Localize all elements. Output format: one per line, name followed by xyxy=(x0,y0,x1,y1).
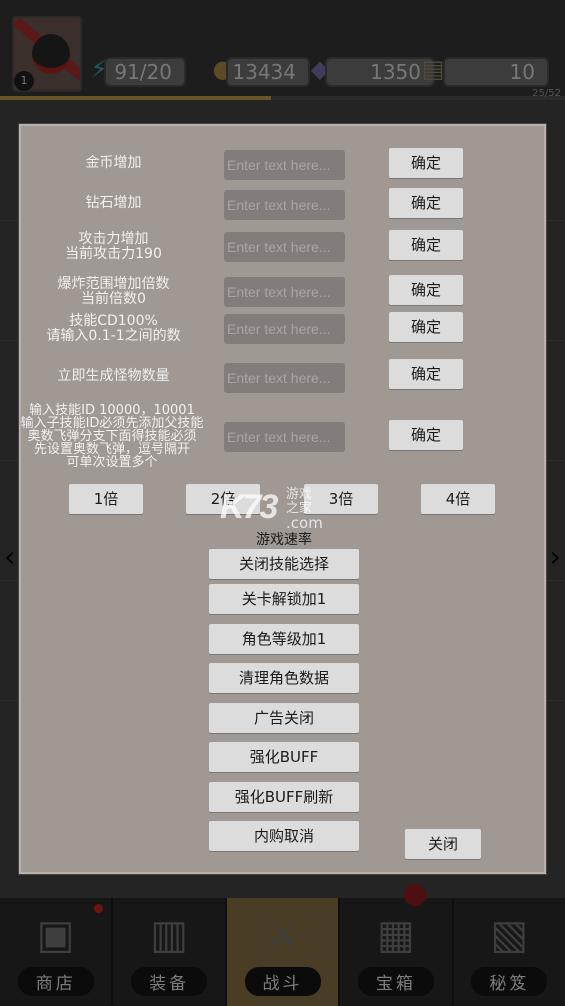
skill-cd-input[interactable] xyxy=(224,314,345,344)
nav-item-treasure[interactable]: ▦ 宝箱 xyxy=(340,884,454,1006)
secret-book-icon: ▧ xyxy=(490,912,529,958)
attack-input[interactable] xyxy=(224,232,345,262)
gold-label: 金币增加 xyxy=(21,156,206,171)
energy-counter: 91/20 xyxy=(104,57,186,87)
speed-3x-button[interactable]: 3倍 xyxy=(304,484,378,514)
spawn-monsters-label: 立即生成怪物数量 xyxy=(21,369,206,384)
nav-item-equipment[interactable]: ▥ 装备 xyxy=(113,898,227,1006)
level-up-button[interactable]: 角色等级加1 xyxy=(209,624,359,654)
bottom-nav: ▣ 商店 ▥ 装备 ⚔ 战斗 ▦ 宝箱 ▧ 秘笈 xyxy=(0,884,565,1006)
nav-label: 装备 xyxy=(131,967,208,996)
label-line: 钻石增加 xyxy=(85,195,142,211)
label-line: 请输入0.1-1之间的数 xyxy=(46,328,181,344)
spawn-monsters-confirm-button[interactable]: 确定 xyxy=(389,359,463,389)
notification-dot xyxy=(94,904,104,913)
skill-cd-label: 技能CD100% 请输入0.1-1之间的数 xyxy=(21,314,206,344)
close-button[interactable]: 关闭 xyxy=(405,829,481,859)
player-level-badge: 1 xyxy=(14,71,34,91)
speed-4x-button[interactable]: 4倍 xyxy=(421,484,495,514)
close-skill-select-button[interactable]: 关闭技能选择 xyxy=(209,549,359,579)
attack-confirm-button[interactable]: 确定 xyxy=(389,230,463,260)
buff-refresh-button[interactable]: 强化BUFF刷新 xyxy=(209,782,359,812)
equipment-bag-icon: ▥ xyxy=(150,912,188,958)
label-line: 技能CD100% xyxy=(69,313,158,329)
avatar-helmet xyxy=(32,34,70,74)
cheat-dialog: 金币增加 确定 钻石增加 确定 攻击力增加 当前攻击力190 确定 爆炸范围增加… xyxy=(19,124,546,874)
notification-bubble xyxy=(403,884,426,906)
buff-enhance-button[interactable]: 强化BUFF xyxy=(209,742,359,772)
left-arrow-icon[interactable]: ‹ xyxy=(4,540,15,573)
treasure-chest-icon: ▦ xyxy=(377,912,415,958)
gold-confirm-button[interactable]: 确定 xyxy=(389,148,463,178)
nav-label: 宝箱 xyxy=(357,967,434,996)
gold-input[interactable] xyxy=(224,150,345,180)
label-line: 爆炸范围增加倍数 xyxy=(57,276,170,292)
stage-progress-label: 25/52 xyxy=(532,88,561,99)
game-speed-title: 游戏速率 xyxy=(256,532,312,548)
nav-label: 商店 xyxy=(17,967,94,996)
top-hud: 1 ⚡ 91/20 ● 13434 ◆ 1350 ▤ 10 25/52 xyxy=(0,0,565,100)
label-line: 可单次设置多个 xyxy=(66,455,158,470)
diamond-label: 钻石增加 xyxy=(21,196,206,211)
attack-label: 攻击力增加 当前攻击力190 xyxy=(21,232,206,262)
explosion-range-label: 爆炸范围增加倍数 当前倍数0 xyxy=(21,277,206,307)
scroll-counter: 10 xyxy=(443,57,549,87)
label-line: 金币增加 xyxy=(85,155,142,171)
shop-icon: ▣ xyxy=(36,912,75,958)
explosion-range-input[interactable] xyxy=(224,277,345,307)
diamond-input[interactable] xyxy=(224,190,345,220)
disable-ads-button[interactable]: 广告关闭 xyxy=(209,703,359,733)
label-line: 当前攻击力190 xyxy=(65,246,162,262)
label-line: 攻击力增加 xyxy=(78,231,149,247)
explosion-range-confirm-button[interactable]: 确定 xyxy=(389,275,463,305)
cancel-iap-button[interactable]: 内购取消 xyxy=(209,821,359,851)
skill-id-confirm-button[interactable]: 确定 xyxy=(389,420,463,450)
unlock-stage-button[interactable]: 关卡解锁加1 xyxy=(209,584,359,614)
nav-item-battle[interactable]: ⚔ 战斗 xyxy=(226,898,341,1006)
nav-item-shop[interactable]: ▣ 商店 xyxy=(0,898,114,1006)
right-arrow-icon[interactable]: › xyxy=(550,540,561,573)
nav-label: 秘笈 xyxy=(471,967,548,996)
nav-label: 战斗 xyxy=(244,967,321,996)
spawn-monsters-input[interactable] xyxy=(224,363,345,393)
clear-data-button[interactable]: 清理角色数据 xyxy=(209,663,359,693)
skill-id-input[interactable] xyxy=(224,422,345,452)
label-line: 立即生成怪物数量 xyxy=(57,368,170,384)
nav-item-secrets[interactable]: ▧ 秘笈 xyxy=(454,898,565,1006)
speed-2x-button[interactable]: 2倍 xyxy=(186,484,260,514)
diamond-confirm-button[interactable]: 确定 xyxy=(389,188,463,218)
label-line: 当前倍数0 xyxy=(81,291,146,307)
battle-sword-icon: ⚔ xyxy=(264,912,301,958)
skill-id-label: 输入技能ID 10000，10001 输入子技能ID必须先添加父技能 奥数飞弹分… xyxy=(17,404,207,469)
speed-1x-button[interactable]: 1倍 xyxy=(69,484,143,514)
gold-counter: 13434 xyxy=(226,57,310,87)
skill-cd-confirm-button[interactable]: 确定 xyxy=(389,312,463,342)
